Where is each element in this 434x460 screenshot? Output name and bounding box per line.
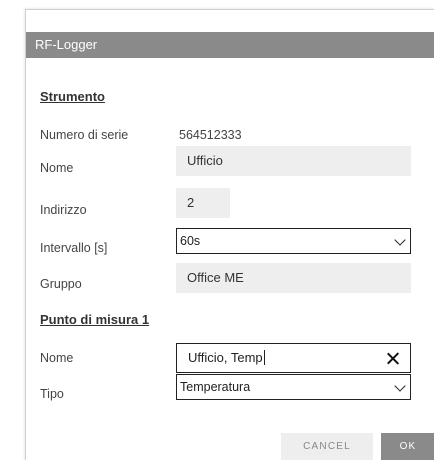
serial-number-label: Numero di serie (40, 128, 129, 142)
interval-label: Intervallo [s] (40, 241, 108, 255)
close-icon[interactable] (387, 352, 400, 365)
type-label: Tipo (40, 387, 64, 401)
instrument-name-label: Nome (40, 161, 74, 175)
address-field[interactable]: 2 (176, 188, 230, 218)
chevron-down-icon (394, 234, 406, 246)
cancel-button[interactable]: CANCEL (281, 433, 373, 460)
chevron-down-icon (394, 380, 406, 392)
type-select[interactable]: Temperatura (176, 374, 411, 400)
ok-button[interactable]: OK (381, 433, 434, 460)
section-punto-title: Punto di misura 1 (40, 312, 150, 327)
measure-point-name-value: Ufficio, Temp (188, 350, 263, 365)
measure-point-name-label: Nome (40, 351, 74, 365)
address-label: Indirizzo (40, 203, 87, 217)
rf-logger-dialog: RF-Logger Strumento Numero di serie 5645… (25, 9, 434, 460)
interval-select[interactable]: 60s (176, 228, 411, 254)
group-label: Gruppo (40, 277, 82, 291)
interval-select-value: 60s (180, 234, 201, 248)
text-caret (263, 350, 265, 366)
serial-number-value: 564512333 (179, 128, 242, 142)
type-select-value: Temperatura (180, 380, 251, 394)
dialog-title: RF-Logger (26, 32, 434, 58)
section-strumento-title: Strumento (40, 89, 105, 104)
instrument-name-field[interactable]: Ufficio (176, 146, 411, 176)
measure-point-name-input[interactable]: Ufficio, Temp (176, 343, 411, 373)
group-field: Office ME (176, 263, 411, 293)
